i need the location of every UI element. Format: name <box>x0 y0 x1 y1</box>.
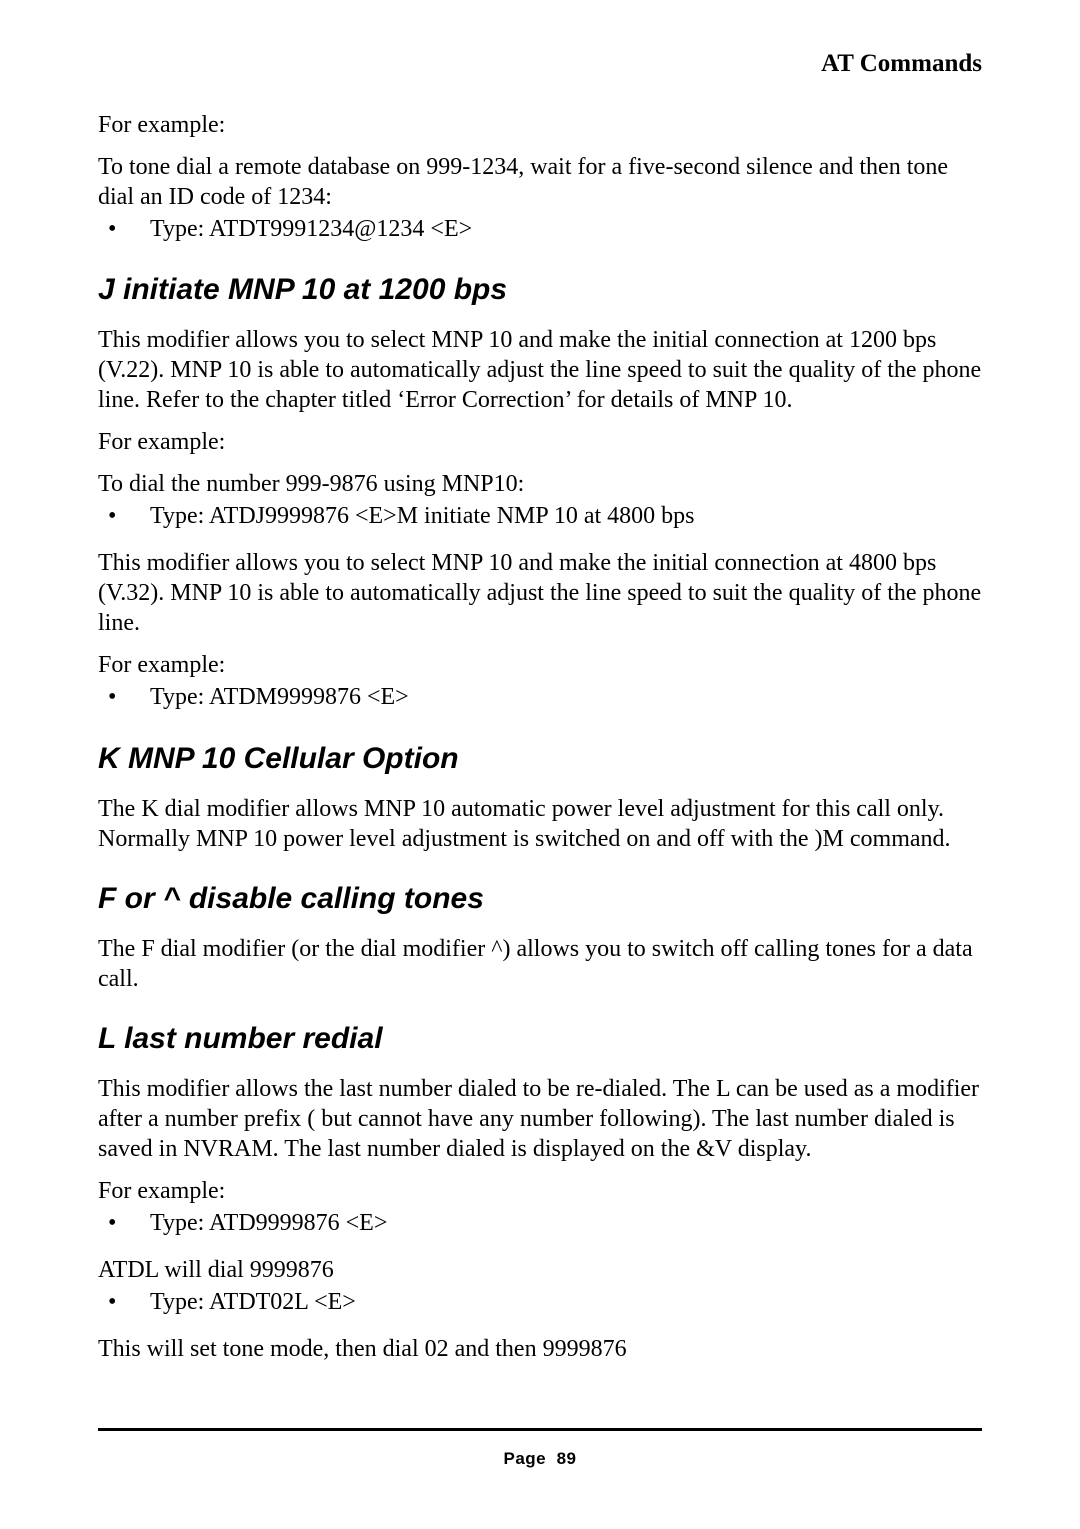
page-number: Page 89 <box>98 1449 982 1469</box>
page-label: Page <box>503 1449 546 1468</box>
s1-for-example-1: For example: <box>98 427 982 457</box>
header-title: AT Commands <box>821 50 982 77</box>
s1-bullet-list-1: Type: ATDJ9999876 <E>M initiate NMP 10 a… <box>98 501 982 532</box>
s1-para-4: This modifier allows you to select MNP 1… <box>98 548 982 638</box>
s4-para-4: This will set tone mode, then dial 02 an… <box>98 1334 982 1364</box>
s1-bullet-2: Type: ATDM9999876 <E> <box>98 682 982 713</box>
s2-para-1: The K dial modifier allows MNP 10 automa… <box>98 794 982 854</box>
intro-for-example: For example: <box>98 110 982 140</box>
footer-rule <box>98 1428 982 1431</box>
s1-for-example-2: For example: <box>98 650 982 680</box>
s4-bullet-list-1: Type: ATD9999876 <E> <box>98 1208 982 1239</box>
page-header: AT Commands <box>98 50 982 78</box>
s1-bullet-list-2: Type: ATDM9999876 <E> <box>98 682 982 713</box>
document-page: AT Commands For example: To tone dial a … <box>0 0 1080 1529</box>
heading-k-mnp10: K MNP 10 Cellular Option <box>98 742 982 776</box>
s4-para-3: ATDL will dial 9999876 <box>98 1255 982 1285</box>
intro-bullet-list: Type: ATDT9991234@1234 <E> <box>98 214 982 245</box>
heading-l-redial: L last number redial <box>98 1022 982 1056</box>
page-number-value: 89 <box>557 1449 577 1468</box>
heading-f-disable: F or ^ disable calling tones <box>98 882 982 916</box>
s4-bullet-2: Type: ATDT02L <E> <box>98 1287 982 1318</box>
s1-para-1: This modifier allows you to select MNP 1… <box>98 325 982 415</box>
heading-j-initiate: J initiate MNP 10 at 1200 bps <box>98 273 982 307</box>
intro-description: To tone dial a remote database on 999-12… <box>98 152 982 212</box>
s4-para-1: This modifier allows the last number dia… <box>98 1074 982 1164</box>
s1-bullet-1: Type: ATDJ9999876 <E>M initiate NMP 10 a… <box>98 501 982 532</box>
s4-for-example: For example: <box>98 1176 982 1206</box>
s4-bullet-list-2: Type: ATDT02L <E> <box>98 1287 982 1318</box>
s3-para-1: The F dial modifier (or the dial modifie… <box>98 934 982 994</box>
page-footer: Page 89 <box>98 1428 982 1469</box>
s4-bullet-1: Type: ATD9999876 <E> <box>98 1208 982 1239</box>
s1-para-3: To dial the number 999-9876 using MNP10: <box>98 469 982 499</box>
intro-bullet-1: Type: ATDT9991234@1234 <E> <box>98 214 982 245</box>
